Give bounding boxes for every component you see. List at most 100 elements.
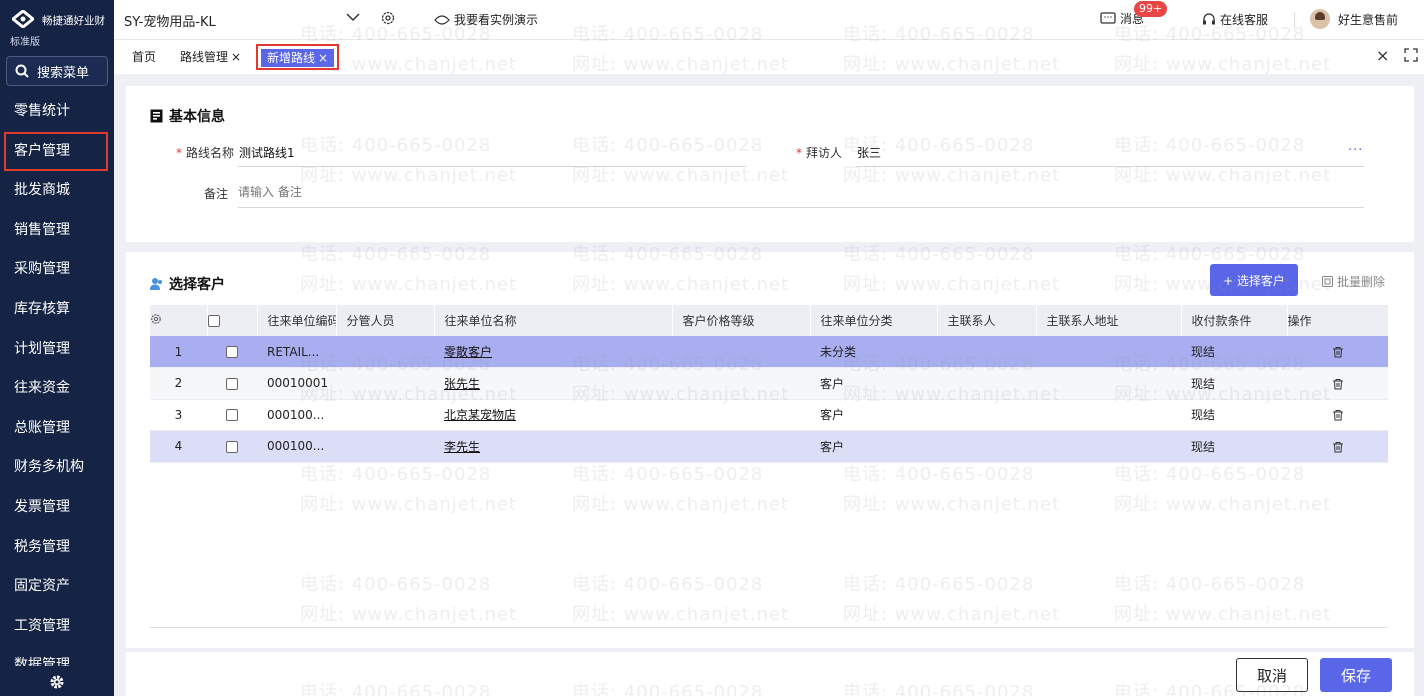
customer-name-link[interactable]: 零散客户 [444, 345, 492, 359]
online-service-button[interactable]: 在线客服 [1202, 11, 1268, 28]
row-number: 3 [150, 399, 207, 431]
settings-icon[interactable] [380, 10, 396, 26]
customer-name-link[interactable]: 李先生 [444, 440, 480, 454]
row-checkbox[interactable] [207, 399, 257, 431]
customer-name-link[interactable]: 北京某宠物店 [444, 408, 516, 422]
sidebar-item-data-mgmt[interactable]: 数据管理 [0, 646, 114, 666]
visitor-label: * 拜访人 [796, 144, 842, 161]
row-checkbox[interactable] [207, 336, 257, 368]
cell-terms: 现结 [1181, 336, 1287, 368]
trash-icon[interactable] [1332, 409, 1344, 421]
fullscreen-icon[interactable] [1404, 48, 1418, 62]
cell-address [1036, 367, 1181, 400]
column-header[interactable]: 客户价格等级 [672, 305, 811, 336]
route-name-underline [238, 166, 746, 167]
checkbox[interactable] [207, 315, 220, 327]
table-header-row: 往来单位编码 分管人员 往来单位名称 客户价格等级 往来单位分类 主联系人 主联… [150, 305, 1389, 336]
checkbox[interactable] [226, 440, 238, 453]
cell-address [1036, 336, 1181, 368]
customer-panel: 选择客户 + 选择客户 批量删除 往来单位编码 分管人员 往来单位名称 客户价格… [126, 252, 1414, 648]
sidebar-item-ledger[interactable]: 总账管理 [0, 409, 114, 449]
sidebar-item-wholesale-mall[interactable]: 批发商城 [0, 171, 114, 211]
column-settings[interactable] [150, 305, 208, 336]
demo-link[interactable]: 我要看实例演示 [434, 11, 538, 28]
column-header[interactable]: 主联系人地址 [1036, 305, 1182, 336]
table-row[interactable]: 2 00010001 张先生 客户 现结 [150, 367, 1388, 400]
search-menu-button[interactable]: 搜索菜单 [6, 56, 108, 86]
table-row[interactable]: 3 000100... 北京某宠物店 客户 现结 [150, 399, 1388, 431]
batch-delete-icon [1322, 276, 1333, 287]
route-name-field[interactable]: 测试路线1 [239, 144, 295, 161]
cell-manager [336, 430, 434, 463]
sidebar-item-customer-mgmt[interactable]: 客户管理 [4, 131, 108, 172]
messages-badge: 99+ [1134, 1, 1168, 17]
sidebar-item-invoice[interactable]: 发票管理 [0, 488, 114, 528]
column-header[interactable]: 往来单位编码 [257, 305, 337, 336]
cell-category: 客户 [810, 430, 937, 463]
batch-delete-button[interactable]: 批量删除 [1322, 273, 1385, 290]
save-button[interactable]: 保存 [1320, 658, 1392, 692]
trash-icon[interactable] [1332, 346, 1344, 358]
column-header[interactable]: 往来单位分类 [810, 305, 938, 336]
sidebar-item-inventory[interactable]: 库存核算 [0, 290, 114, 330]
row-checkbox[interactable] [207, 430, 257, 463]
cell-manager [336, 399, 434, 431]
row-delete[interactable] [1287, 336, 1388, 368]
chevron-down-icon[interactable] [346, 12, 360, 22]
close-icon[interactable]: × [318, 51, 328, 65]
visitor-field[interactable]: 张三 [857, 144, 881, 161]
row-delete[interactable] [1287, 399, 1388, 431]
required-mark: * [176, 146, 182, 160]
row-number: 4 [150, 430, 207, 463]
column-header[interactable]: 往来单位名称 [434, 305, 673, 336]
table-row[interactable]: 4 000100... 李先生 客户 现结 [150, 430, 1388, 463]
document-icon [150, 109, 163, 123]
user-menu[interactable]: 好生意售前 [1310, 9, 1398, 29]
table-row[interactable]: 1 RETAIL... 零散客户 未分类 现结 [150, 336, 1388, 368]
trash-icon[interactable] [1332, 441, 1344, 453]
column-header: 操作 [1287, 305, 1389, 336]
sidebar-item-payroll[interactable]: 工资管理 [0, 607, 114, 647]
headset-icon [1203, 12, 1215, 24]
checkbox[interactable] [226, 346, 238, 358]
checkbox[interactable] [226, 409, 238, 422]
cancel-button[interactable]: 取消 [1236, 658, 1308, 692]
column-header[interactable]: 主联系人 [937, 305, 1037, 336]
remark-input[interactable] [238, 182, 1364, 202]
sidebar-item-funds[interactable]: 往来资金 [0, 369, 114, 409]
customer-name-link[interactable]: 张先生 [444, 377, 480, 391]
sidebar-settings-bar[interactable] [0, 668, 114, 696]
select-all-checkbox[interactable] [207, 305, 258, 336]
select-customer-title-text: 选择客户 [169, 277, 225, 293]
select-customer-button[interactable]: + 选择客户 [1210, 264, 1298, 296]
close-all-tabs-icon[interactable]: × [1376, 46, 1389, 65]
close-icon[interactable]: × [231, 50, 241, 64]
column-header[interactable]: 分管人员 [336, 305, 435, 336]
company-selector[interactable]: SY-宠物用品-KL [124, 11, 216, 30]
tab-new-route[interactable]: 新增路线 × [256, 44, 340, 70]
logo[interactable]: 畅捷通好业财 标准版 [0, 0, 114, 48]
sidebar-item-fixed-assets[interactable]: 固定资产 [0, 567, 114, 607]
demo-link-label: 我要看实例演示 [454, 13, 539, 27]
tab-route-mgmt[interactable]: 路线管理 × [180, 48, 241, 65]
sidebar-item-sales-mgmt[interactable]: 销售管理 [0, 211, 114, 251]
trash-icon[interactable] [1332, 378, 1344, 390]
row-delete[interactable] [1287, 367, 1388, 400]
column-header[interactable]: 收付款条件 [1181, 305, 1288, 336]
online-service-label: 在线客服 [1220, 13, 1269, 27]
sidebar-item-planning[interactable]: 计划管理 [0, 330, 114, 370]
row-delete[interactable] [1287, 430, 1388, 463]
sidebar-item-multi-org[interactable]: 财务多机构 [0, 448, 114, 488]
sidebar-item-purchase-mgmt[interactable]: 采购管理 [0, 250, 114, 290]
tab-home[interactable]: 首页 [132, 48, 156, 65]
sidebar-item-tax[interactable]: 税务管理 [0, 528, 114, 568]
row-checkbox[interactable] [207, 367, 257, 400]
cell-price-level [672, 367, 810, 400]
sidebar: 畅捷通好业财 标准版 搜索菜单 零售统计 客户管理 批发商城 销售管理 采购管理… [0, 0, 114, 696]
visitor-label-text: 拜访人 [806, 146, 843, 160]
checkbox[interactable] [226, 377, 238, 390]
sidebar-item-retail-stats[interactable]: 零售统计 [0, 92, 114, 132]
cell-code: 00010001 [257, 367, 336, 400]
visitor-more-button[interactable]: ··· [1348, 143, 1363, 158]
cell-contact [937, 430, 1036, 463]
